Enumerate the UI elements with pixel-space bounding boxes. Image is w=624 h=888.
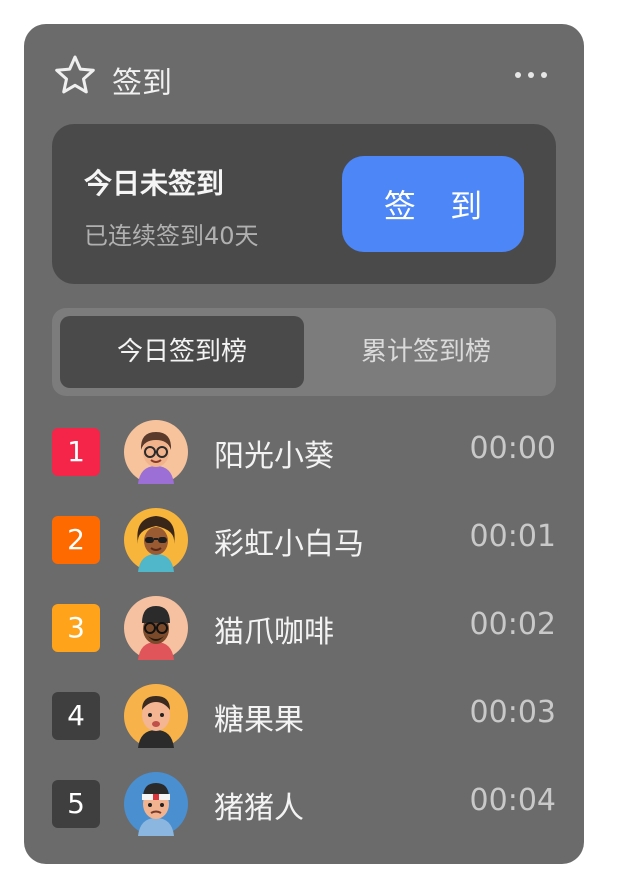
avatar-man-headband-icon xyxy=(124,772,188,836)
signin-streak-text: 已连续签到40天 xyxy=(84,222,259,250)
user-name: 彩虹小白马 xyxy=(214,527,364,562)
rank-badge: 5 xyxy=(52,780,100,828)
signin-time: 00:00 xyxy=(469,431,556,466)
avatar-boy-bald-icon xyxy=(124,684,188,748)
more-horizontal-icon[interactable] xyxy=(514,70,548,80)
avatar-man-beanie-icon xyxy=(124,596,188,660)
signin-time: 00:03 xyxy=(469,695,556,730)
user-name: 猪猪人 xyxy=(214,791,304,826)
rank-badge: 1 xyxy=(52,428,100,476)
rank-badge: 3 xyxy=(52,604,100,652)
signin-button[interactable]: 签 到 xyxy=(342,156,524,252)
widget-title: 签到 xyxy=(112,66,172,101)
leaderboard-tabs: 今日签到榜 累计签到榜 xyxy=(52,308,556,396)
widget-header: 签到 xyxy=(54,54,554,101)
signin-widget: 签到 今日未签到 已连续签到40天 签 到 今日签到榜 累计签到榜 1 阳光小葵… xyxy=(24,24,584,864)
leaderboard-list: 1 阳光小葵 00:00 2 彩虹小白马 00:01 3 猫爪咖啡 00:02 … xyxy=(52,418,556,858)
star-icon[interactable] xyxy=(54,54,96,96)
user-name: 猫爪咖啡 xyxy=(214,615,334,650)
signin-time: 00:01 xyxy=(469,519,556,554)
user-name: 糖果果 xyxy=(214,703,304,738)
avatar-woman-glasses-icon xyxy=(124,420,188,484)
tab-today-leaderboard[interactable]: 今日签到榜 xyxy=(60,316,304,388)
leaderboard-row[interactable]: 5 猪猪人 00:04 xyxy=(52,770,556,858)
signin-status-heading: 今日未签到 xyxy=(84,167,225,200)
leaderboard-row[interactable]: 4 糖果果 00:03 xyxy=(52,682,556,770)
leaderboard-row[interactable]: 3 猫爪咖啡 00:02 xyxy=(52,594,556,682)
tab-total-leaderboard[interactable]: 累计签到榜 xyxy=(304,316,548,388)
user-name: 阳光小葵 xyxy=(214,439,334,474)
signin-status-panel: 今日未签到 已连续签到40天 签 到 xyxy=(52,124,556,284)
signin-time: 00:04 xyxy=(469,783,556,818)
rank-badge: 4 xyxy=(52,692,100,740)
signin-time: 00:02 xyxy=(469,607,556,642)
rank-badge: 2 xyxy=(52,516,100,564)
avatar-curly-hair-sunglasses-icon xyxy=(124,508,188,572)
leaderboard-row[interactable]: 2 彩虹小白马 00:01 xyxy=(52,506,556,594)
leaderboard-row[interactable]: 1 阳光小葵 00:00 xyxy=(52,418,556,506)
